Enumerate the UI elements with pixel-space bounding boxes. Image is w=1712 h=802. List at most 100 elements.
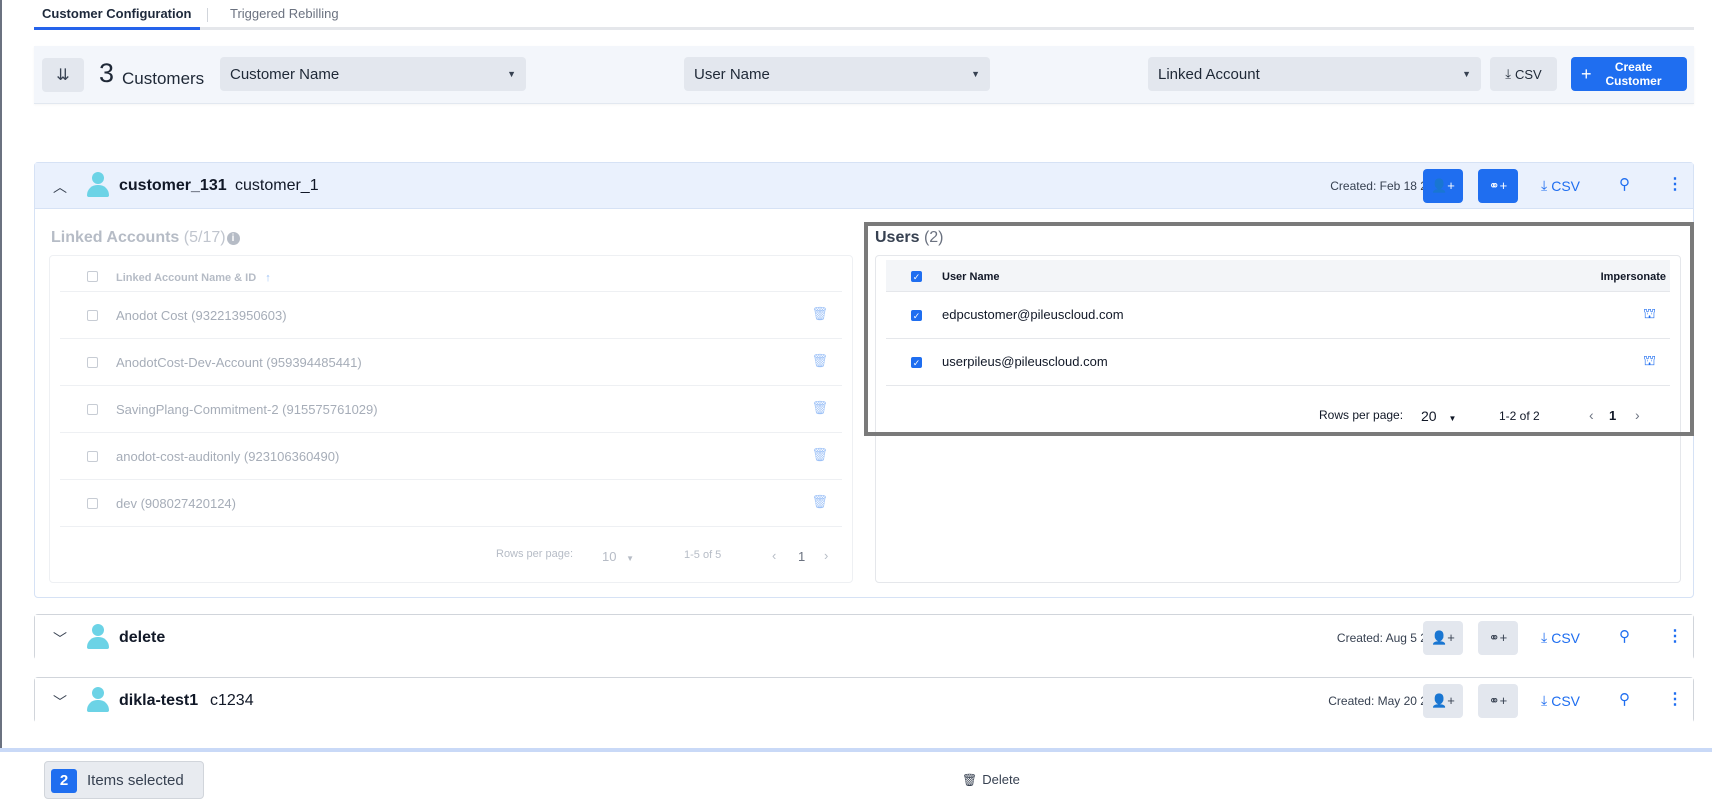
zoom-icon[interactable]: ⚲ (1619, 175, 1630, 193)
linked-accounts-count: (5/17) (183, 229, 226, 246)
collapse-all-button[interactable]: ⇊ (42, 58, 84, 92)
chevron-right-icon[interactable]: › (824, 548, 828, 563)
chevron-up-icon[interactable]: ︿ (53, 177, 67, 197)
users-header: ✓ User Name Impersonate (886, 260, 1670, 292)
impersonate-icon[interactable]: ⛫ (1643, 352, 1656, 371)
caret-down-icon: ▼ (1462, 69, 1471, 79)
rows-per-page-value: 10 (602, 549, 617, 564)
rows-per-page-select[interactable]: 20 ▼ (1421, 408, 1456, 424)
rows-per-page-label: Rows per page: (496, 548, 574, 560)
customer-card: ︿ customer_131 customer_1 Created: Feb 1… (34, 162, 1694, 598)
table-row: AnodotCost-Dev-Account (959394485441) 🗑 (60, 339, 842, 386)
trash-icon[interactable]: 🗑 (811, 400, 828, 416)
zoom-icon[interactable]: ⚲ (1619, 627, 1630, 645)
add-user-button[interactable]: 👤+ (1423, 621, 1463, 655)
rows-per-page-value: 20 (1421, 408, 1437, 424)
customer-name-select[interactable]: Customer Name ▼ (220, 57, 526, 91)
sort-up-icon[interactable]: ↑ (265, 272, 271, 284)
rows-per-page-select[interactable]: 10 ▼ (602, 549, 634, 564)
tab-triggered-rebilling[interactable]: Triggered Rebilling (230, 6, 339, 21)
create-customer-label-line1: Create (1614, 60, 1653, 74)
customer-card-header[interactable]: ﹀ delete Created: Aug 5 2025 👤+ ⚭+ ⤓ CSV… (35, 615, 1693, 661)
column-header-linked-account[interactable]: Linked Account Name & ID ↑ (116, 272, 271, 284)
add-user-button[interactable]: 👤+ (1423, 169, 1463, 203)
more-vert-icon[interactable]: ⋮ (1667, 626, 1683, 646)
export-csv-button[interactable]: ⤓ CSV (1490, 57, 1557, 91)
row-checkbox[interactable]: ✓ (911, 310, 922, 321)
tab-bar: Customer Configuration Triggered Rebilli… (34, 0, 1694, 30)
row-checkbox[interactable] (87, 404, 98, 415)
impersonate-icon[interactable]: ⛫ (1643, 305, 1656, 324)
add-user-button[interactable]: 👤+ (1423, 684, 1463, 718)
customer-code: c1234 (210, 692, 254, 709)
customer-csv-button[interactable]: ⤓ CSV (1541, 629, 1580, 646)
user-name-select-value: User Name (694, 65, 770, 83)
linked-account-select-value: Linked Account (1158, 65, 1260, 83)
row-checkbox[interactable]: ✓ (911, 357, 922, 368)
caret-down-icon: ▼ (971, 69, 980, 79)
chevron-down-icon[interactable]: ﹀ (53, 629, 67, 649)
trash-icon[interactable]: 🗑 (811, 306, 828, 322)
select-all-checkbox[interactable] (87, 271, 98, 282)
linked-accounts-table: Linked Account Name & ID ↑ Anodot Cost (… (49, 255, 853, 583)
create-customer-button[interactable]: + Create Customer (1571, 57, 1687, 91)
more-vert-icon[interactable]: ⋮ (1667, 689, 1683, 709)
create-customer-label: Create Customer (1602, 60, 1666, 88)
trash-icon[interactable]: 🗑 (811, 447, 828, 463)
customer-csv-button[interactable]: ⤓ CSV (1541, 177, 1580, 194)
column-header-user-name[interactable]: User Name (942, 271, 999, 283)
linked-account-select[interactable]: Linked Account ▼ (1148, 57, 1481, 91)
tab-customer-configuration[interactable]: Customer Configuration (34, 6, 199, 30)
delete-label: Delete (982, 772, 1020, 787)
add-user-icon: 👤+ (1431, 630, 1455, 645)
user-name-select[interactable]: User Name ▼ (684, 57, 990, 91)
column-header-linked-account-label: Linked Account Name & ID (116, 272, 257, 284)
pagination-range: 1-5 of 5 (684, 549, 722, 561)
link-account-button[interactable]: ⚭+ (1478, 169, 1518, 203)
more-vert-icon[interactable]: ⋮ (1667, 174, 1683, 194)
linked-account-name: dev (908027420124) (116, 496, 236, 511)
row-checkbox[interactable] (87, 498, 98, 509)
caret-down-icon: ▼ (507, 69, 516, 79)
link-account-icon: ⚭+ (1488, 630, 1508, 645)
chevron-right-icon[interactable]: › (1635, 407, 1640, 423)
caret-down-icon: ▼ (626, 554, 635, 563)
create-customer-label-line2: Customer (1605, 74, 1662, 88)
row-checkbox[interactable] (87, 357, 98, 368)
customer-name: dikla-test1 (119, 692, 199, 709)
selected-count: 2 (51, 769, 77, 793)
chevron-down-icon[interactable]: ﹀ (53, 692, 67, 712)
trash-icon[interactable]: 🗑 (811, 494, 828, 510)
info-icon[interactable]: i (226, 232, 240, 245)
rows-per-page-label: Rows per page: (1319, 408, 1404, 422)
select-all-users-checkbox[interactable]: ✓ (911, 271, 922, 282)
user-avatar-icon (85, 624, 111, 650)
link-account-button[interactable]: ⚭+ (1478, 684, 1518, 718)
customer-name: delete (119, 629, 166, 646)
customer-card: ﹀ dikla-test1 c1234 Created: May 20 2025… (34, 677, 1694, 724)
link-account-button[interactable]: ⚭+ (1478, 621, 1518, 655)
zoom-icon[interactable]: ⚲ (1619, 690, 1630, 708)
trash-icon[interactable]: 🗑 (811, 353, 828, 369)
customer-csv-button[interactable]: ⤓ CSV (1541, 692, 1580, 709)
export-csv-label: CSV (1515, 66, 1542, 82)
row-checkbox[interactable] (87, 310, 98, 321)
table-row: SavingPlang-Commitment-2 (915575761029) … (60, 386, 842, 433)
download-icon: ⤓ (1541, 177, 1548, 193)
customer-card-header[interactable]: ︿ customer_131 customer_1 Created: Feb 1… (35, 163, 1693, 209)
trash-icon: 🗑 (962, 772, 978, 787)
linked-account-name: AnodotCost-Dev-Account (959394485441) (116, 355, 362, 370)
link-account-icon: ⚭+ (1488, 693, 1508, 708)
customer-card-header[interactable]: ﹀ dikla-test1 c1234 Created: May 20 2025… (35, 678, 1693, 724)
pagination-range: 1-2 of 2 (1499, 409, 1540, 423)
chevron-left-icon[interactable]: ‹ (1589, 407, 1594, 423)
row-checkbox[interactable] (87, 451, 98, 462)
download-icon: ⤓ (1505, 66, 1511, 81)
users-table: ✓ User Name Impersonate ✓ edpcustomer@pi… (875, 255, 1681, 583)
items-selected-badge: 2 Items selected (44, 761, 204, 799)
delete-button[interactable]: 🗑 Delete (962, 772, 1020, 787)
customer-name: customer_131 (119, 177, 227, 194)
download-icon: ⤓ (1541, 629, 1548, 645)
chevron-left-icon[interactable]: ‹ (772, 548, 776, 563)
filter-toolbar: ⇊ 3 Customers Customer Name ▼ User Name … (34, 46, 1694, 104)
